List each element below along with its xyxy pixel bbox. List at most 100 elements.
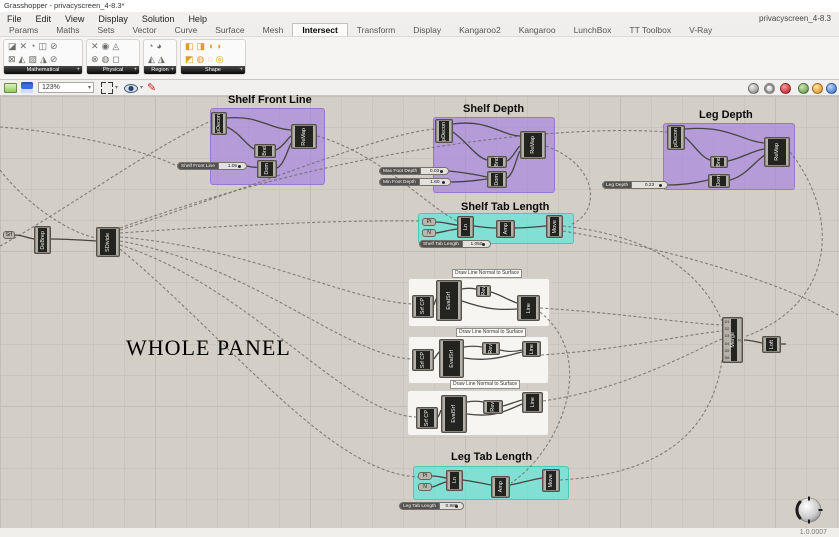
- node-remap[interactable]: ReMap: [520, 131, 546, 159]
- node-n-param[interactable]: N: [418, 483, 432, 491]
- ribbon-icons-row[interactable]: ◧◨◖◗: [181, 40, 245, 53]
- node-move[interactable]: Move: [546, 215, 563, 238]
- node-bnd[interactable]: Bnd: [254, 144, 276, 158]
- node-evalsrf[interactable]: EvalSrf: [436, 280, 462, 321]
- menu-display[interactable]: Display: [91, 14, 135, 24]
- node-ln[interactable]: Ln: [457, 216, 474, 238]
- preview-shaded-icon[interactable]: [780, 83, 791, 94]
- node-rev[interactable]: Rev: [482, 342, 500, 355]
- slider-max-foot-depth[interactable]: Max Foot Depth 0.03: [379, 167, 449, 175]
- node-line[interactable]: Line: [522, 392, 543, 413]
- node-evalsrf[interactable]: EvalSrf: [439, 339, 464, 378]
- ribbon-group-label[interactable]: Mathematical: [4, 66, 82, 74]
- ribbon-group-physical: ✕◉◬ ⊗◍◻ Physical +: [86, 39, 140, 75]
- menu-file[interactable]: File: [0, 14, 29, 24]
- slider-leg-tab-length[interactable]: Leg Tab Length 0.880: [399, 502, 464, 510]
- node-srfcp[interactable]: Srf CP: [412, 295, 434, 318]
- ribbon-icons-row[interactable]: ◭◮: [144, 53, 176, 66]
- node-rev[interactable]: Rev: [483, 400, 503, 414]
- ribbon-icons-row[interactable]: ⊠◭▨◮⊘: [4, 53, 82, 66]
- tab-display[interactable]: Display: [404, 24, 450, 36]
- node-rev[interactable]: Rev: [476, 285, 491, 297]
- zoom-level-select[interactable]: 123% ▾: [38, 82, 94, 93]
- node-ln[interactable]: Ln: [446, 470, 463, 491]
- node-dom[interactable]: Dom: [708, 174, 730, 188]
- ribbon-icons-row[interactable]: ◩◍◌◎: [181, 53, 245, 66]
- window-titlebar[interactable]: Grasshopper - privacyscreen_4-8.3*: [0, 0, 839, 12]
- sketch-pencil-icon[interactable]: ✎: [147, 81, 156, 94]
- tab-tttoolbox[interactable]: TT Toolbox: [620, 24, 680, 36]
- tab-lunchbox[interactable]: LunchBox: [565, 24, 621, 36]
- ribbon-icons-row[interactable]: ◔◕: [144, 40, 176, 53]
- grasshopper-window: Grasshopper - privacyscreen_4-8.3* File …: [0, 0, 839, 537]
- tab-vector[interactable]: Vector: [123, 24, 165, 36]
- preview-wireframe-icon[interactable]: [764, 83, 775, 94]
- node-line[interactable]: Line: [517, 295, 540, 321]
- node-debrep[interactable]: DeBrep: [34, 226, 51, 254]
- tab-kangaroo2[interactable]: Kangaroo2: [450, 24, 510, 36]
- ribbon-icons-row[interactable]: ⊗◍◻: [87, 53, 139, 66]
- slider-shelf-tab-length[interactable]: Shelf Tab Length 1.050: [419, 240, 491, 248]
- node-pdecon[interactable]: pDecon: [667, 125, 685, 150]
- tab-mesh[interactable]: Mesh: [254, 24, 293, 36]
- node-bnd[interactable]: Bnd: [487, 156, 507, 168]
- chevron-down-icon[interactable]: ▾: [140, 84, 143, 91]
- open-file-icon[interactable]: [4, 83, 17, 93]
- tab-surface[interactable]: Surface: [206, 24, 253, 36]
- canvas-compass-widget[interactable]: [793, 494, 825, 526]
- tab-intersect[interactable]: Intersect: [292, 23, 347, 36]
- node-dom[interactable]: Dom: [487, 171, 507, 188]
- tab-maths[interactable]: Maths: [47, 24, 88, 36]
- node-bnd[interactable]: Bnd: [710, 156, 728, 168]
- node-pdecon[interactable]: pDecon: [211, 112, 227, 135]
- tab-vray[interactable]: V-Ray: [680, 24, 721, 36]
- node-loft[interactable]: Loft: [762, 336, 781, 353]
- node-dom[interactable]: Dom: [257, 160, 277, 178]
- node-pdecon[interactable]: pDecon: [435, 119, 453, 143]
- ribbon-group-label[interactable]: Physical: [87, 66, 139, 74]
- menu-solution[interactable]: Solution: [135, 14, 182, 24]
- expand-icon[interactable]: +: [133, 66, 137, 74]
- node-srfcp[interactable]: Srf CP: [412, 349, 434, 371]
- node-remap[interactable]: ReMap: [291, 124, 317, 149]
- tab-params[interactable]: Params: [0, 24, 47, 36]
- save-file-icon[interactable]: [21, 82, 33, 93]
- node-n-param[interactable]: N: [422, 229, 436, 237]
- expand-icon[interactable]: +: [239, 66, 243, 74]
- preview-eye-icon[interactable]: [124, 84, 138, 93]
- menu-view[interactable]: View: [58, 14, 91, 24]
- ribbon-icons-row[interactable]: ✕◉◬: [87, 40, 139, 53]
- node-line[interactable]: Line: [522, 341, 541, 357]
- preview-off-icon[interactable]: [748, 83, 759, 94]
- node-pt-param[interactable]: Pt: [422, 218, 436, 226]
- node-remap[interactable]: ReMap: [764, 137, 790, 167]
- chevron-down-icon: ▾: [88, 83, 91, 93]
- tab-kangaroo[interactable]: Kangaroo: [510, 24, 565, 36]
- ribbon-icons-row[interactable]: ◪✕◔◫⊘: [4, 40, 82, 53]
- tab-transform[interactable]: Transform: [348, 24, 404, 36]
- node-amp[interactable]: Amp: [496, 220, 515, 238]
- display-orange-sphere-icon[interactable]: [812, 83, 823, 94]
- node-sdivide[interactable]: SDivide: [96, 227, 120, 257]
- node-merge[interactable]: D1D2 D3D4 D5D6 Merge R: [722, 317, 743, 363]
- node-srf-param[interactable]: Srf: [3, 231, 15, 239]
- slider-leg-depth[interactable]: Leg Depth 0.23: [602, 181, 668, 189]
- expand-icon[interactable]: +: [170, 66, 174, 74]
- slider-shelf-front-line[interactable]: Shelf Front Line 1.05: [177, 162, 247, 170]
- tab-sets[interactable]: Sets: [88, 24, 123, 36]
- expand-icon[interactable]: +: [76, 66, 80, 74]
- ribbon-group-label[interactable]: Shape: [181, 66, 245, 74]
- slider-min-foot-depth[interactable]: Min Foot Depth 1.60: [379, 178, 451, 186]
- menu-help[interactable]: Help: [181, 14, 214, 24]
- node-evalsrf[interactable]: EvalSrf: [441, 395, 467, 433]
- menu-edit[interactable]: Edit: [29, 14, 59, 24]
- tab-curve[interactable]: Curve: [166, 24, 207, 36]
- display-green-sphere-icon[interactable]: [798, 83, 809, 94]
- chevron-down-icon[interactable]: ▾: [115, 84, 118, 91]
- node-amp[interactable]: Amp: [491, 476, 510, 498]
- node-move[interactable]: Move: [542, 469, 560, 492]
- zoom-extents-icon[interactable]: [101, 82, 113, 94]
- display-blue-sphere-icon[interactable]: [826, 83, 837, 94]
- node-srfcp[interactable]: Srf CP: [416, 407, 438, 429]
- node-pt-param[interactable]: Pt: [418, 472, 432, 480]
